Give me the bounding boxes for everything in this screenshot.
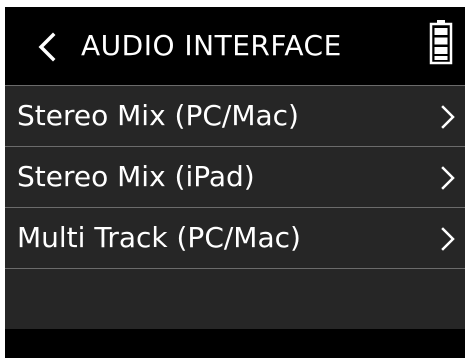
menu-list: Stereo Mix (PC/Mac) Stereo Mix (iPad) Mu… (5, 85, 465, 329)
header-bar: AUDIO INTERFACE (5, 7, 465, 85)
device-screen: AUDIO INTERFACE Stereo Mix (PC/Mac) Ster… (5, 7, 465, 358)
menu-item-label: Stereo Mix (iPad) (17, 160, 255, 193)
chevron-right-icon (441, 105, 455, 129)
page-title: AUDIO INTERFACE (81, 29, 342, 62)
menu-item-label: Multi Track (PC/Mac) (17, 221, 301, 254)
footer-bar (5, 330, 465, 358)
menu-item-label: Stereo Mix (PC/Mac) (17, 99, 299, 132)
battery-full-icon (429, 20, 453, 65)
chevron-left-icon[interactable] (31, 27, 65, 67)
menu-item-multi-track-pc-mac[interactable]: Multi Track (PC/Mac) (5, 207, 465, 268)
menu-item-stereo-mix-ipad[interactable]: Stereo Mix (iPad) (5, 146, 465, 207)
chevron-right-icon (441, 227, 455, 251)
empty-list-row (5, 268, 465, 329)
chevron-right-icon (441, 166, 455, 190)
menu-item-stereo-mix-pc-mac[interactable]: Stereo Mix (PC/Mac) (5, 85, 465, 146)
